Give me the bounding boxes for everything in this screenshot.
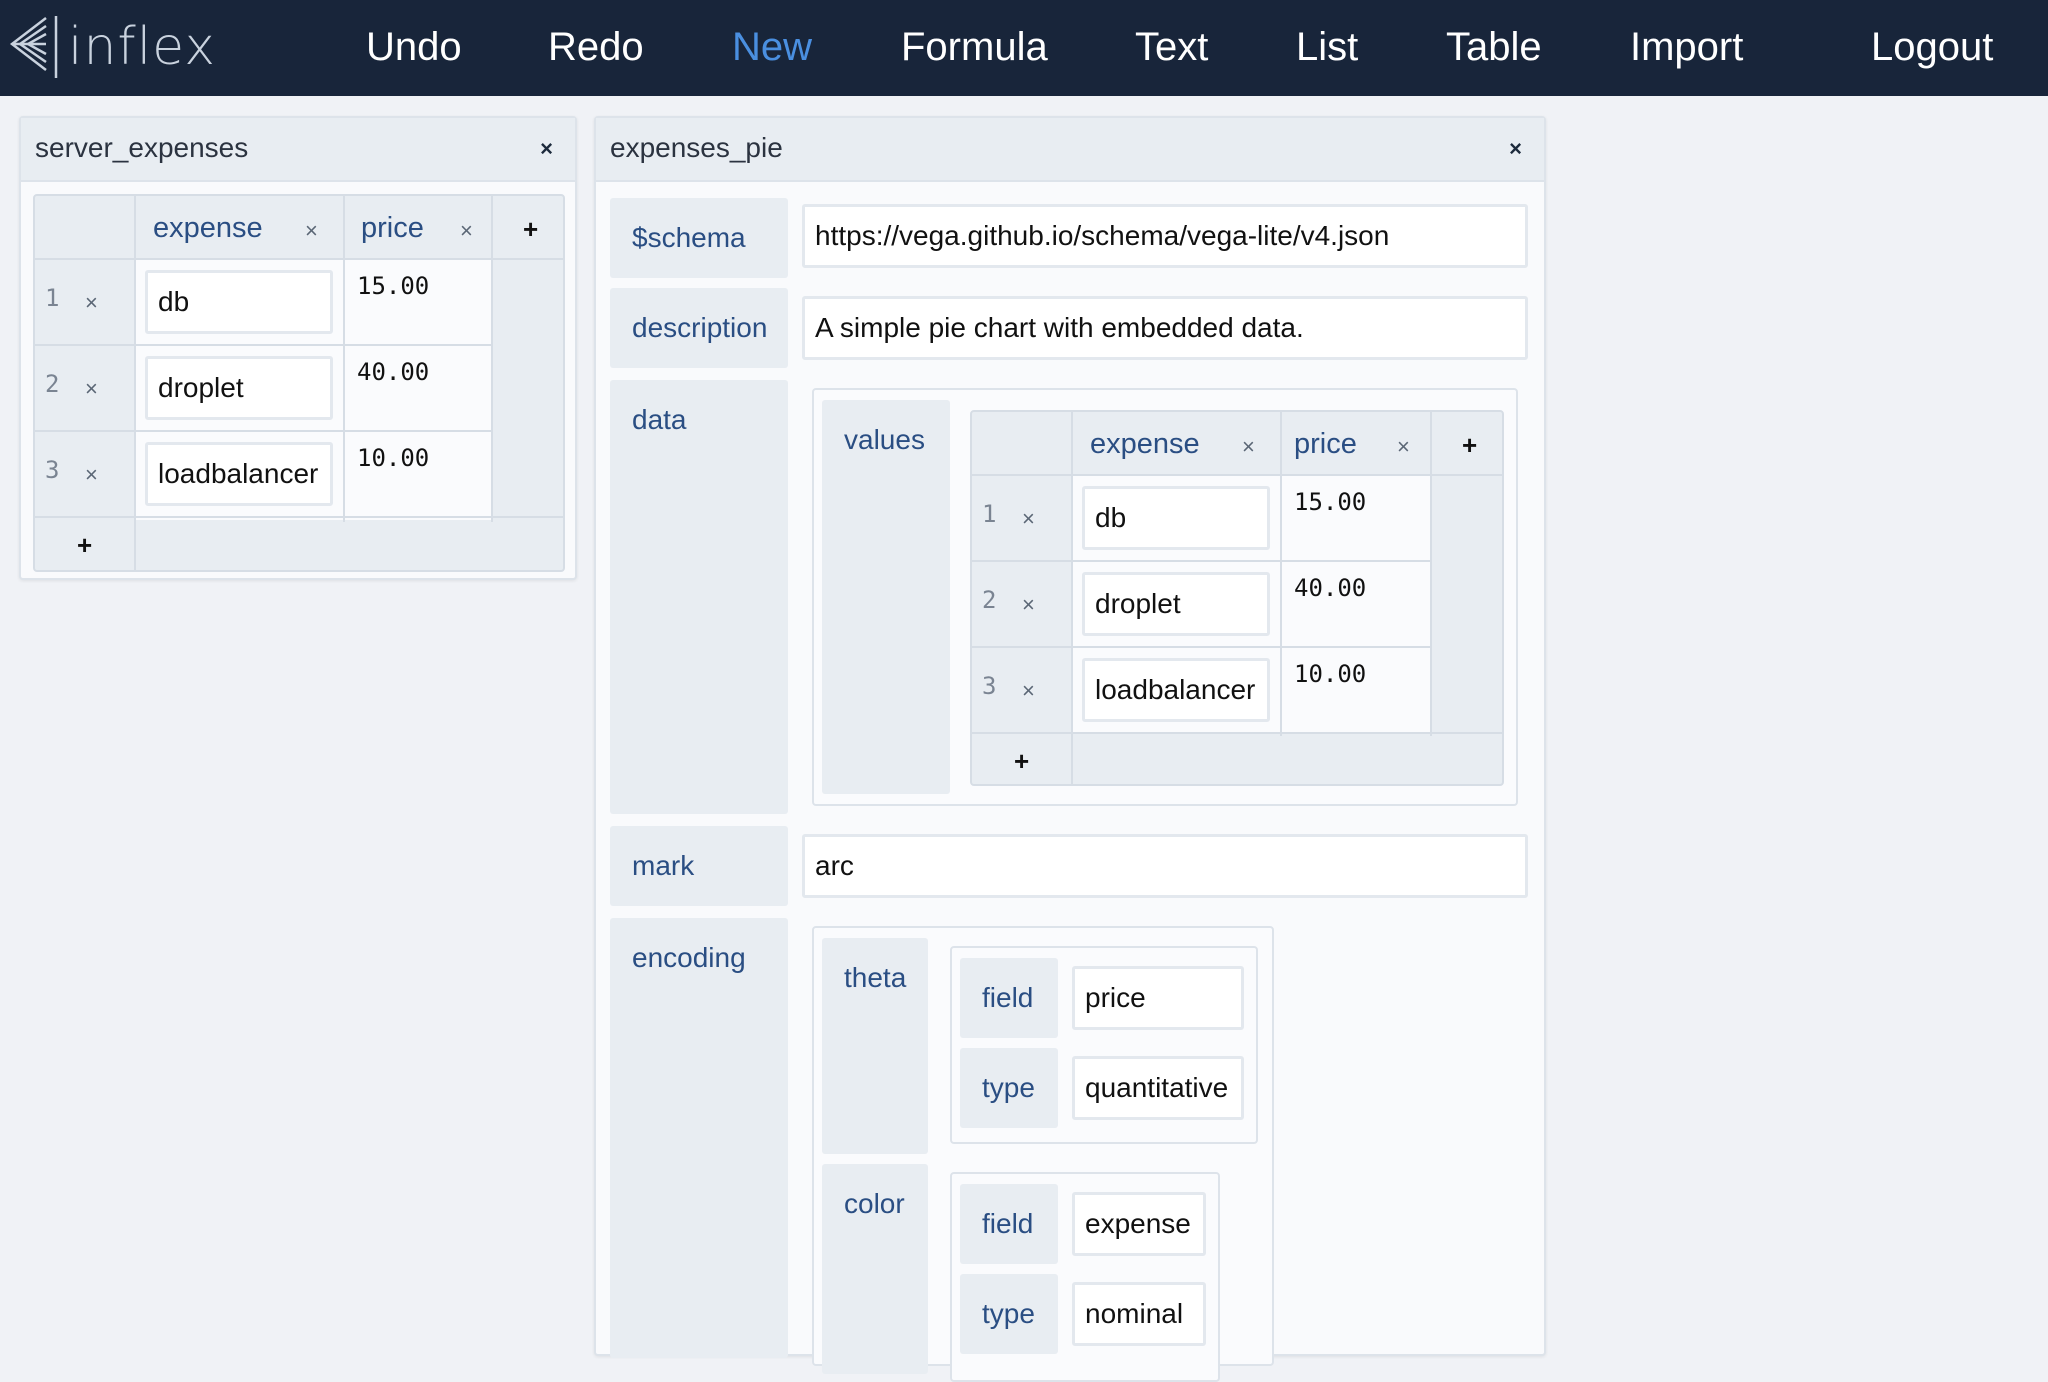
close-cell-button[interactable]: × — [540, 136, 553, 162]
nav-list[interactable]: List — [1296, 22, 1358, 72]
key-label[interactable]: data — [632, 404, 687, 436]
record-key-schema: $schema — [610, 198, 788, 278]
expense-input[interactable]: db — [1082, 486, 1270, 550]
remove-row-button[interactable]: × — [85, 376, 98, 402]
price-value[interactable]: 15.00 — [1294, 488, 1366, 516]
expense-input[interactable]: db — [145, 270, 333, 334]
theta-type-input[interactable]: quantitative — [1072, 1056, 1244, 1120]
expense-input[interactable]: droplet — [1082, 572, 1270, 636]
color-field-input[interactable]: expense — [1072, 1192, 1206, 1256]
record-key-type: type — [960, 1274, 1058, 1354]
expense-input[interactable]: loadbalancer — [1082, 658, 1270, 722]
cell-title[interactable]: server_expenses — [35, 132, 248, 164]
nav-table[interactable]: Table — [1446, 22, 1542, 72]
row-number: 1 — [982, 500, 997, 528]
remove-row-button[interactable]: × — [1022, 678, 1035, 704]
nav-logout[interactable]: Logout — [1871, 22, 1993, 72]
theta-record: field price type quantitative — [950, 946, 1258, 1144]
record-key-field: field — [960, 1184, 1058, 1264]
row-number: 2 — [982, 586, 997, 614]
column-header-price[interactable]: price — [1294, 428, 1357, 461]
key-label[interactable]: description — [632, 312, 767, 344]
price-value[interactable]: 40.00 — [357, 358, 429, 386]
add-column-button[interactable]: + — [523, 214, 538, 245]
record-key-description: description — [610, 288, 788, 368]
close-cell-button[interactable]: × — [1509, 136, 1522, 162]
remove-column-button[interactable]: × — [305, 218, 318, 244]
encoding-record: theta field price type quantitative colo… — [812, 926, 1274, 1382]
expense-input[interactable]: loadbalancer — [145, 442, 333, 506]
description-value-input[interactable]: A simple pie chart with embedded data. — [802, 296, 1528, 360]
column-header-expense[interactable]: expense — [1090, 428, 1200, 461]
nav-import[interactable]: Import — [1630, 22, 1743, 72]
column-header-expense[interactable]: expense — [153, 212, 263, 245]
key-label[interactable]: encoding — [632, 942, 746, 974]
record-key-field: field — [960, 958, 1058, 1038]
record-key-theta: theta — [822, 938, 928, 1154]
mark-value-input[interactable]: arc — [802, 834, 1528, 898]
cell-title[interactable]: expenses_pie — [610, 132, 783, 164]
add-column-button[interactable]: + — [1462, 430, 1477, 461]
key-label[interactable]: theta — [844, 962, 906, 994]
record-key-values: values — [822, 400, 950, 794]
schema-value-input[interactable]: https://vega.github.io/schema/vega-lite/… — [802, 204, 1528, 268]
key-label[interactable]: color — [844, 1188, 905, 1220]
price-value[interactable]: 40.00 — [1294, 574, 1366, 602]
nav-undo[interactable]: Undo — [366, 22, 462, 72]
nav-redo[interactable]: Redo — [548, 22, 644, 72]
logo-text: inflex — [68, 17, 217, 77]
key-label[interactable]: type — [982, 1072, 1035, 1104]
key-label[interactable]: type — [982, 1298, 1035, 1330]
key-label[interactable]: field — [982, 1208, 1033, 1240]
cell-expenses-pie: expenses_pie × $schema https://vega.gith… — [594, 116, 1546, 1382]
nav-formula[interactable]: Formula — [901, 22, 1048, 72]
remove-column-button[interactable]: × — [1242, 434, 1255, 460]
column-header-price[interactable]: price — [361, 212, 424, 245]
remove-column-button[interactable]: × — [1397, 434, 1410, 460]
color-record: field expense type nominal — [950, 1172, 1220, 1382]
inflex-logo-icon — [9, 16, 58, 78]
remove-row-button[interactable]: × — [1022, 592, 1035, 618]
nav-text[interactable]: Text — [1135, 22, 1208, 72]
cell-server-expenses: server_expenses × expense × price × + 1 … — [19, 116, 577, 580]
price-value[interactable]: 15.00 — [357, 272, 429, 300]
price-value[interactable]: 10.00 — [1294, 660, 1366, 688]
values-table: expense × price × + 1 × db 15.00 2 × dro… — [970, 410, 1504, 786]
row-number: 3 — [982, 672, 997, 700]
row-number: 3 — [45, 456, 60, 484]
remove-row-button[interactable]: × — [85, 290, 98, 316]
add-row-button[interactable]: + — [77, 530, 92, 561]
table: expense × price × + 1 × db 15.00 2 × dro… — [33, 194, 565, 572]
nav-new[interactable]: New — [732, 22, 812, 72]
key-label[interactable]: mark — [632, 850, 694, 882]
cell-header: expenses_pie × — [596, 118, 1544, 182]
record-key-mark: mark — [610, 826, 788, 906]
remove-row-button[interactable]: × — [1022, 506, 1035, 532]
key-label[interactable]: field — [982, 982, 1033, 1014]
key-label[interactable]: values — [844, 424, 925, 456]
color-type-input[interactable]: nominal — [1072, 1282, 1206, 1346]
price-value[interactable]: 10.00 — [357, 444, 429, 472]
key-label[interactable]: $schema — [632, 222, 746, 254]
top-nav-bar: inflex Undo Redo New Formula Text List T… — [0, 0, 2048, 96]
record-key-encoding: encoding — [610, 918, 788, 1358]
expense-input[interactable]: droplet — [145, 356, 333, 420]
remove-column-button[interactable]: × — [460, 218, 473, 244]
add-row-button[interactable]: + — [1014, 746, 1029, 777]
record-key-type: type — [960, 1048, 1058, 1128]
remove-row-button[interactable]: × — [85, 462, 98, 488]
record-key-color: color — [822, 1164, 928, 1374]
inflex-logo[interactable]: inflex — [8, 14, 216, 80]
theta-field-input[interactable]: price — [1072, 966, 1244, 1030]
row-number: 1 — [45, 284, 60, 312]
cell-header: server_expenses × — [21, 118, 575, 182]
data-record: values expense × price × + 1 × db 15.00 … — [812, 388, 1518, 806]
record-key-data: data — [610, 380, 788, 814]
row-number: 2 — [45, 370, 60, 398]
